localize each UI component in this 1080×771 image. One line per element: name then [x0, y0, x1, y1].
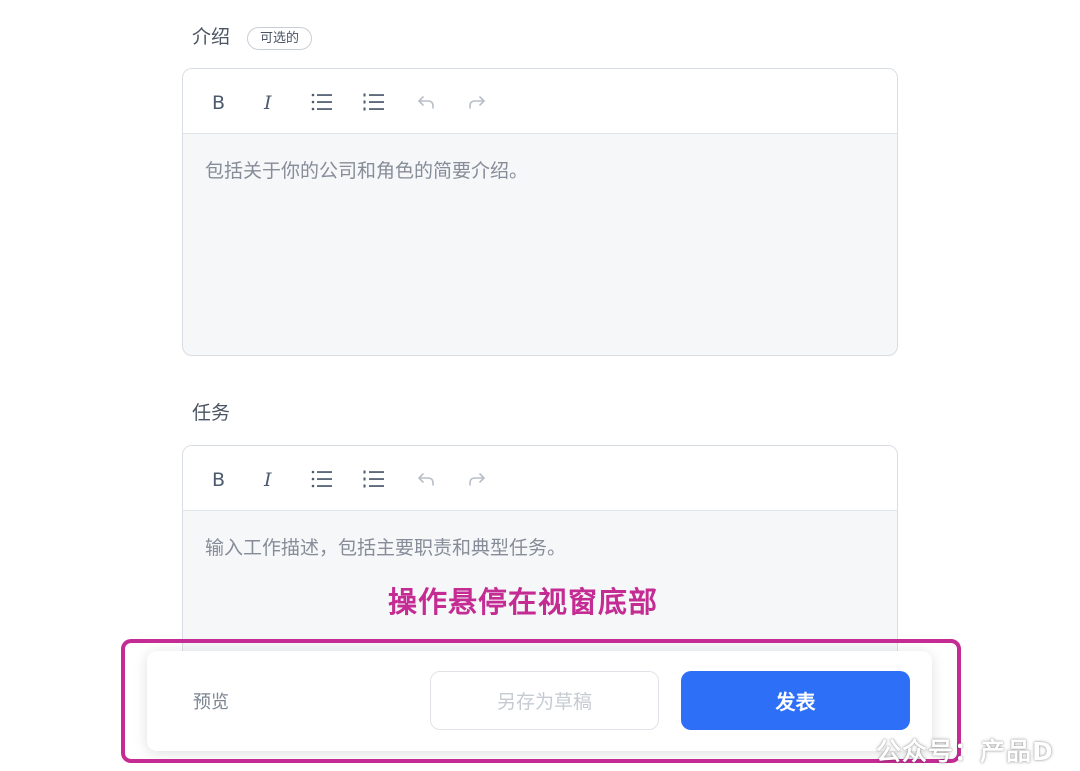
svg-text:B: B	[212, 92, 225, 112]
redo-icon[interactable]	[463, 465, 491, 493]
intro-placeholder: 包括关于你的公司和角色的简要介绍。	[205, 160, 529, 182]
bold-icon[interactable]: B	[205, 88, 233, 116]
redo-icon[interactable]	[463, 88, 491, 116]
intro-editor-body[interactable]: 包括关于你的公司和角色的简要介绍。	[183, 134, 897, 208]
annotation-highlight-frame	[121, 639, 961, 763]
italic-icon[interactable]: I	[256, 465, 284, 493]
bullet-list-icon[interactable]	[308, 465, 336, 493]
svg-text:I: I	[263, 469, 272, 489]
bold-icon[interactable]: B	[205, 465, 233, 493]
optional-badge: 可选的	[247, 27, 313, 50]
tasks-editor-toolbar: B I	[183, 446, 897, 511]
svg-text:B: B	[212, 469, 225, 489]
intro-editor-toolbar: B I	[183, 69, 897, 134]
job-post-form: 介绍 可选的 B I 包括关于你的公司和角色的简要介绍。 任务 B I 输入工作…	[0, 0, 1080, 771]
bullet-list-icon[interactable]	[308, 88, 336, 116]
tasks-editor: B I 输入工作描述，包括主要职责和典型任务。	[182, 445, 898, 665]
tasks-placeholder: 输入工作描述，包括主要职责和典型任务。	[205, 537, 567, 559]
svg-text:I: I	[263, 92, 272, 112]
numbered-list-icon[interactable]	[360, 465, 388, 493]
italic-icon[interactable]: I	[256, 88, 284, 116]
numbered-list-icon[interactable]	[360, 88, 388, 116]
undo-icon[interactable]	[412, 88, 440, 116]
tasks-editor-body[interactable]: 输入工作描述，包括主要职责和典型任务。	[183, 511, 897, 585]
intro-editor: B I 包括关于你的公司和角色的简要介绍。	[182, 68, 898, 356]
watermark: 公众号：产品D	[876, 737, 1054, 766]
annotation-text: 操作悬停在视窗底部	[388, 585, 659, 619]
tasks-label: 任务	[192, 402, 231, 424]
intro-label: 介绍	[192, 26, 231, 48]
undo-icon[interactable]	[412, 465, 440, 493]
